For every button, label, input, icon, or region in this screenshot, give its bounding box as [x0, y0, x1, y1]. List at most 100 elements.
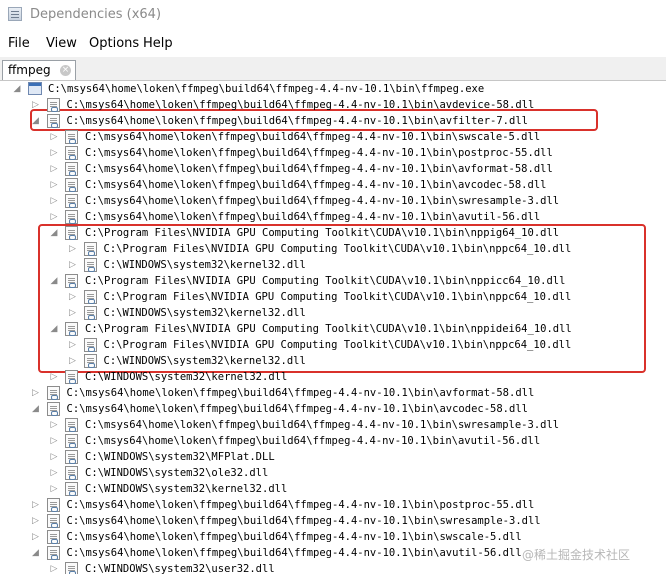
tab-label: ffmpeg [8, 63, 51, 77]
collapsed-arrow-icon[interactable]: ▷ [68, 337, 78, 353]
tree-row[interactable]: ▷ C:\msys64\home\loken\ffmpeg\build64\ffm… [0, 433, 666, 449]
expanded-arrow-icon[interactable]: ◢ [31, 113, 41, 129]
collapsed-arrow-icon[interactable]: ▷ [49, 369, 59, 385]
dll-icon [65, 226, 78, 240]
dll-icon [46, 546, 60, 560]
tree-row[interactable]: ▷ C:\msys64\home\loken\ffmpeg\build64\ffm… [0, 177, 666, 193]
collapsed-arrow-icon[interactable]: ▷ [31, 513, 41, 529]
tree-row[interactable]: ▷ C:\WINDOWS\system32\kernel32.dll [0, 353, 666, 369]
dll-icon [65, 162, 78, 176]
watermark: @稀土掘金技术社区 [522, 548, 631, 562]
tree-row[interactable]: ▷ C:\WINDOWS\system32\MFPlat.DLL [0, 449, 666, 465]
collapsed-arrow-icon[interactable]: ▷ [49, 193, 59, 209]
tree-row[interactable]: ▷ C:\WINDOWS\system32\kernel32.dll [0, 369, 666, 385]
dll-icon [65, 194, 78, 208]
module-path: C:\WINDOWS\system32\user32.dll [85, 563, 275, 574]
collapsed-arrow-icon[interactable]: ▷ [49, 145, 59, 161]
module-path: C:\msys64\home\loken\ffmpeg\build64\ffmp… [85, 195, 560, 207]
dll-icon [83, 258, 97, 272]
close-icon[interactable]: × [60, 65, 71, 76]
tree-row[interactable]: ▷ C:\msys64\home\loken\ffmpeg\build64\ffm… [0, 97, 666, 113]
dependency-tree[interactable]: ◢ C:\msys64\home\loken\ffmpeg\build64\ffm… [0, 81, 666, 574]
collapsed-arrow-icon[interactable]: ▷ [68, 353, 78, 369]
tree-row[interactable]: ▷ C:\Program Files\NVIDIA GPU Computing T… [0, 289, 666, 305]
collapsed-arrow-icon[interactable]: ▷ [49, 417, 59, 433]
tree-row[interactable]: ▷ C:\msys64\home\loken\ffmpeg\build64\ffm… [0, 417, 666, 433]
tree-row[interactable]: ▷ C:\msys64\home\loken\ffmpeg\build64\ffm… [0, 193, 666, 209]
module-path: C:\Program Files\NVIDIA GPU Computing To… [103, 339, 572, 351]
collapsed-arrow-icon[interactable]: ▷ [49, 465, 59, 481]
menu-file[interactable]: File [8, 36, 30, 51]
module-path: C:\msys64\home\loken\ffmpeg\build64\ffmp… [85, 211, 541, 223]
tree-row[interactable]: ▷ C:\msys64\home\loken\ffmpeg\build64\ffm… [0, 385, 666, 401]
module-path: C:\msys64\home\loken\ffmpeg\build64\ffmp… [66, 547, 522, 559]
dll-icon [83, 338, 97, 352]
module-path: C:\Program Files\NVIDIA GPU Computing To… [103, 291, 572, 303]
collapsed-arrow-icon[interactable]: ▷ [49, 209, 59, 225]
tree-row[interactable]: ▷ C:\WINDOWS\system32\kernel32.dll [0, 257, 666, 273]
collapsed-arrow-icon[interactable]: ▷ [31, 529, 41, 545]
tree-row[interactable]: ◢ C:\Program Files\NVIDIA GPU Computing T… [0, 225, 666, 241]
collapsed-arrow-icon[interactable]: ▷ [31, 385, 41, 401]
tree-row[interactable]: ◢ C:\Program Files\NVIDIA GPU Computing T… [0, 273, 666, 289]
expanded-arrow-icon[interactable]: ◢ [31, 545, 41, 561]
tree-row[interactable]: ▷ C:\Program Files\NVIDIA GPU Computing T… [0, 241, 666, 257]
collapsed-arrow-icon[interactable]: ▷ [68, 305, 78, 321]
dll-icon [46, 530, 60, 544]
tree-row[interactable]: ◢ C:\msys64\home\loken\ffmpeg\build64\ffm… [0, 401, 666, 417]
tree-row[interactable]: ▷ C:\Program Files\NVIDIA GPU Computing T… [0, 337, 666, 353]
module-path: C:\Program Files\NVIDIA GPU Computing To… [85, 227, 560, 239]
collapsed-arrow-icon[interactable]: ▷ [68, 289, 78, 305]
tree-row[interactable]: ▷ C:\WINDOWS\system32\kernel32.dll [0, 481, 666, 497]
collapsed-arrow-icon[interactable]: ▷ [68, 257, 78, 273]
dll-icon [65, 482, 78, 496]
tree-row[interactable]: ▷ C:\msys64\home\loken\ffmpeg\build64\ffm… [0, 161, 666, 177]
menu-view[interactable]: View [46, 36, 77, 51]
dll-icon [46, 98, 60, 112]
module-path: C:\WINDOWS\system32\kernel32.dll [85, 483, 288, 495]
expanded-arrow-icon[interactable]: ◢ [12, 81, 22, 97]
menu-bar: File View Options Help [0, 30, 666, 57]
collapsed-arrow-icon[interactable]: ▷ [49, 177, 59, 193]
dll-icon [65, 274, 78, 288]
collapsed-arrow-icon[interactable]: ▷ [31, 497, 41, 513]
collapsed-arrow-icon[interactable]: ▷ [49, 433, 59, 449]
collapsed-arrow-icon[interactable]: ▷ [49, 449, 59, 465]
dll-icon [46, 386, 60, 400]
tree-row[interactable]: ◢ C:\msys64\home\loken\ffmpeg\build64\ffm… [0, 113, 666, 129]
tree-row[interactable]: ▷ C:\msys64\home\loken\ffmpeg\build64\ffm… [0, 209, 666, 225]
tree-row[interactable]: ▷ C:\msys64\home\loken\ffmpeg\build64\ffm… [0, 129, 666, 145]
dll-icon [65, 178, 78, 192]
tree-row[interactable]: ◢ C:\msys64\home\loken\ffmpeg\build64\ffm… [0, 81, 666, 97]
dll-icon [65, 562, 78, 574]
menu-help[interactable]: Help [143, 36, 173, 51]
tab-ffmpeg[interactable]: ffmpeg × [2, 60, 76, 80]
dll-icon [65, 370, 78, 384]
tree-row[interactable]: ▷ C:\msys64\home\loken\ffmpeg\build64\ffm… [0, 513, 666, 529]
module-path: C:\WINDOWS\system32\MFPlat.DLL [85, 451, 275, 463]
module-path: C:\msys64\home\loken\ffmpeg\build64\ffmp… [85, 435, 541, 447]
collapsed-arrow-icon[interactable]: ▷ [49, 561, 59, 574]
collapsed-arrow-icon[interactable]: ▷ [31, 97, 41, 113]
expanded-arrow-icon[interactable]: ◢ [31, 401, 41, 417]
collapsed-arrow-icon[interactable]: ▷ [49, 129, 59, 145]
tree-row[interactable]: ▷ C:\WINDOWS\system32\ole32.dll [0, 465, 666, 481]
app-icon [8, 7, 22, 21]
tree-row[interactable]: ▷ C:\msys64\home\loken\ffmpeg\build64\ffm… [0, 497, 666, 513]
expanded-arrow-icon[interactable]: ◢ [49, 321, 59, 337]
window-title: Dependencies (x64) [30, 7, 162, 22]
collapsed-arrow-icon[interactable]: ▷ [49, 481, 59, 497]
exe-icon [28, 82, 42, 95]
collapsed-arrow-icon[interactable]: ▷ [68, 241, 78, 257]
tree-row[interactable]: ◢ C:\Program Files\NVIDIA GPU Computing T… [0, 321, 666, 337]
dll-icon [65, 450, 78, 464]
module-path: C:\msys64\home\loken\ffmpeg\build64\ffmp… [48, 83, 485, 95]
tree-row[interactable]: ▷ C:\msys64\home\loken\ffmpeg\build64\ffm… [0, 145, 666, 161]
expanded-arrow-icon[interactable]: ◢ [49, 225, 59, 241]
tree-row[interactable]: ▷ C:\msys64\home\loken\ffmpeg\build64\ffm… [0, 529, 666, 545]
collapsed-arrow-icon[interactable]: ▷ [49, 161, 59, 177]
tree-row[interactable]: ▷ C:\WINDOWS\system32\kernel32.dll [0, 305, 666, 321]
menu-options[interactable]: Options [89, 36, 139, 51]
dll-icon [46, 498, 60, 512]
expanded-arrow-icon[interactable]: ◢ [49, 273, 59, 289]
